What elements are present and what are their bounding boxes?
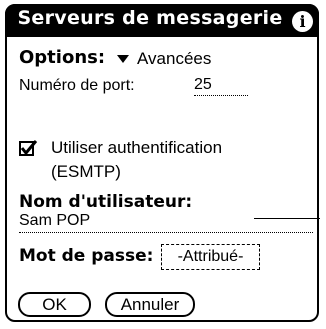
options-dropdown[interactable]: Avancées (116, 49, 211, 69)
username-field[interactable]: Sam POP (19, 212, 313, 233)
port-label: Numéro de port: (19, 77, 135, 94)
scroll-indicator-line (254, 218, 320, 219)
port-value: 25 (194, 76, 212, 93)
cancel-button[interactable]: Annuler (105, 292, 195, 317)
dialog-title: Serveurs de messagerie (17, 7, 283, 29)
info-icon[interactable]: i (292, 11, 313, 32)
triangle-down-icon (117, 55, 129, 63)
password-field[interactable]: -Attribué- (161, 244, 260, 270)
checkbox-checked-icon (19, 140, 38, 156)
username-value: Sam POP (19, 212, 91, 229)
username-label: Nom d'utilisateur: (19, 192, 193, 212)
title-bar: Serveurs de messagerie i (5, 4, 319, 37)
auth-label-line2: (ESMTP) (51, 162, 121, 181)
password-value: -Attribué- (177, 248, 244, 265)
auth-checkbox[interactable] (19, 139, 39, 164)
palm-screen: Serveurs de messagerie i Options: Avancé… (0, 0, 326, 329)
port-field[interactable]: 25 (194, 76, 248, 96)
password-label: Mot de passe: (19, 246, 154, 266)
options-value: Avancées (137, 49, 212, 68)
auth-label-line1: Utiliser authentification (51, 138, 223, 157)
options-label: Options: (19, 47, 106, 68)
ok-button[interactable]: OK (18, 292, 91, 317)
